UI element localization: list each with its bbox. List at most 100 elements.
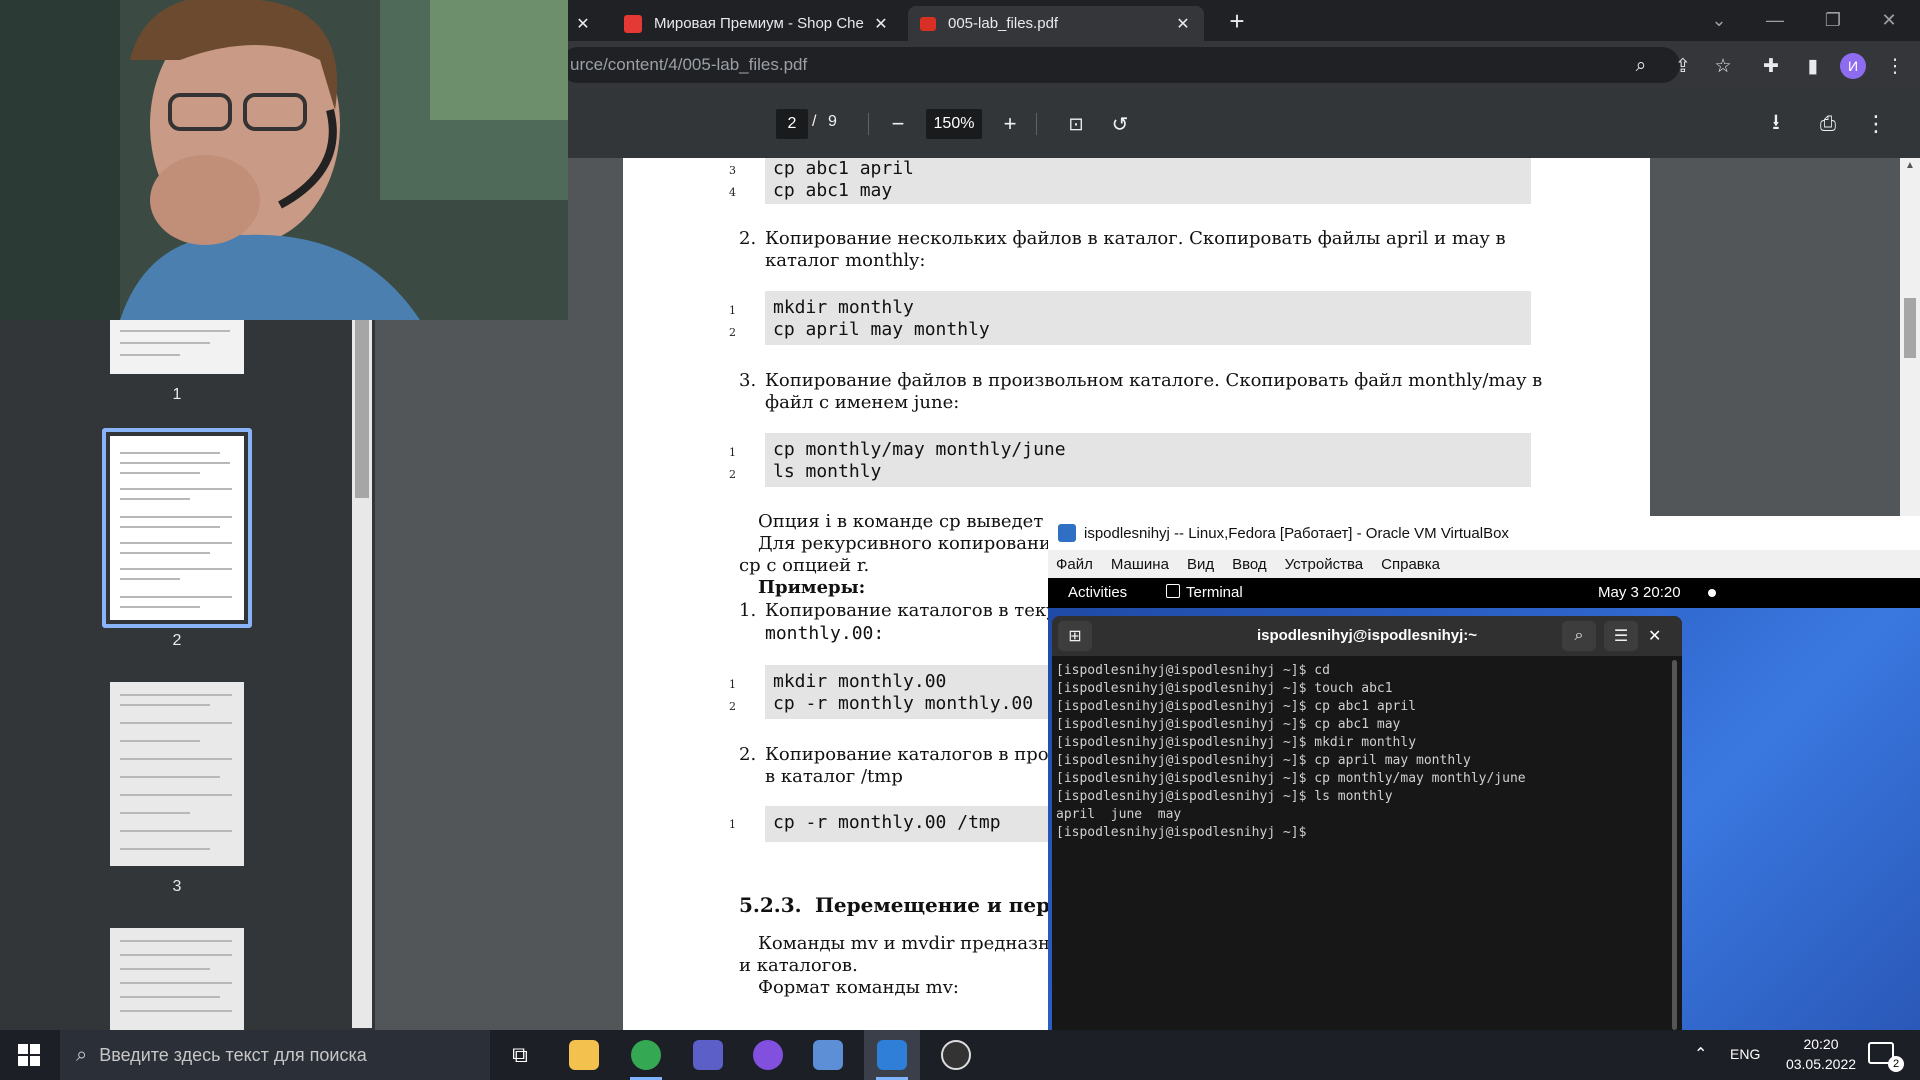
thumbnail-scrollbar[interactable]	[352, 318, 372, 1028]
menu-devices[interactable]: Устройства	[1285, 556, 1363, 573]
menu-file[interactable]: Файл	[1056, 556, 1093, 573]
scrollbar-thumb[interactable]	[1904, 298, 1916, 358]
line-number: 1	[729, 818, 736, 831]
virtualbox-titlebar: ispodlesnihyj -- Linux,Fedora [Работает]…	[1048, 516, 1920, 550]
close-window-button[interactable]: ✕	[1866, 0, 1912, 41]
zoom-level-input[interactable]: 150%	[926, 109, 982, 139]
recording-dot-icon	[1708, 589, 1716, 597]
tab-pdf[interactable]: 005-lab_files.pdf ✕	[908, 6, 1204, 41]
terminal-window[interactable]: ⊞ ispodlesnihyj@ispodlesnihyj:~ ⌕ ☰ ✕ [i…	[1052, 616, 1682, 1030]
obs-icon[interactable]	[928, 1030, 984, 1080]
terminal-app-icon	[1166, 584, 1180, 598]
webcam-video-image	[0, 0, 568, 320]
tab-close-icon[interactable]: ✕	[574, 14, 592, 34]
tab-title: Мировая Премиум - Shop Chea	[654, 15, 864, 32]
print-icon[interactable]: ⎙	[1810, 104, 1846, 144]
paragraph: Копирование нескольких файлов в каталог.…	[765, 228, 1506, 271]
hamburger-menu-icon[interactable]: ☰	[1604, 621, 1638, 651]
rotate-icon[interactable]: ↺	[1104, 104, 1136, 144]
gnome-top-bar: Activities Terminal May 3 20:20	[1048, 578, 1920, 608]
toolbar-divider	[1036, 113, 1037, 135]
virtualbox-vm-taskbar-icon[interactable]	[864, 1030, 920, 1080]
clock-date[interactable]: 03.05.2022	[1778, 1056, 1864, 1072]
page-number-input[interactable]: 2	[776, 109, 808, 139]
side-panel-icon[interactable]: ▮	[1798, 51, 1828, 81]
profile-avatar[interactable]: И	[1840, 53, 1866, 79]
line-number: 4	[729, 186, 736, 199]
activities-button[interactable]: Activities	[1068, 584, 1127, 601]
gnome-clock[interactable]: May 3 20:20	[1598, 584, 1681, 601]
virtualbox-menubar: Файл Машина Вид Ввод Устройства Справка	[1048, 550, 1920, 578]
thumbnail-page-3[interactable]	[110, 682, 244, 866]
page-total: 9	[828, 113, 837, 130]
search-icon[interactable]: ⌕	[1562, 621, 1596, 651]
download-icon[interactable]: ⭳	[1760, 104, 1792, 144]
taskbar-search-box[interactable]: ⌕ Введите здесь текст для поиска	[60, 1030, 490, 1080]
tab-shop[interactable]: Мировая Премиум - Shop Chea ✕	[612, 6, 902, 41]
pdf-more-menu-icon[interactable]: ⋮	[1860, 104, 1892, 144]
browser-menu-icon[interactable]: ⋮	[1880, 51, 1910, 81]
teams-icon[interactable]	[680, 1030, 736, 1080]
virtualbox-icon	[1058, 524, 1076, 542]
code-block: mkdir monthly cp april may monthly	[765, 291, 1531, 345]
app-menu-terminal[interactable]: Terminal	[1186, 584, 1243, 601]
code-line: cp april may monthly	[773, 319, 990, 340]
new-tab-button[interactable]: +	[1222, 6, 1252, 36]
share-icon[interactable]: ⇪	[1668, 51, 1698, 81]
code-block: cp abc1 april cp abc1 may	[765, 158, 1531, 204]
tab-search-chevron-icon[interactable]: ⌄	[1696, 0, 1742, 41]
terminal-scrollbar[interactable]	[1672, 660, 1677, 1030]
menu-machine[interactable]: Машина	[1111, 556, 1169, 573]
tab-title: 005-lab_files.pdf	[948, 15, 1059, 32]
paragraph: Копирование файлов в произвольном катало…	[765, 370, 1543, 413]
bookmark-star-icon[interactable]: ☆	[1708, 51, 1738, 81]
windows-taskbar: ⌕ Введите здесь текст для поиска ⧉ ⌃ ENG…	[0, 1030, 1920, 1080]
line-number: 1	[729, 678, 736, 691]
windows-start-icon[interactable]	[18, 1044, 40, 1066]
fit-page-icon[interactable]: ⊡	[1060, 104, 1092, 144]
github-icon[interactable]	[740, 1030, 796, 1080]
line-number: 2	[729, 700, 736, 713]
thumbnail-label: 1	[172, 386, 182, 403]
clock-time[interactable]: 20:20	[1778, 1036, 1864, 1052]
menu-input[interactable]: Ввод	[1232, 556, 1267, 573]
code-block: cp monthly/may monthly/june ls monthly	[765, 433, 1531, 487]
line-number: 1	[729, 446, 736, 459]
thumbnail-page-4[interactable]	[110, 928, 244, 1030]
menu-view[interactable]: Вид	[1187, 556, 1214, 573]
thumbnail-label: 3	[172, 878, 182, 895]
chrome-icon[interactable]	[618, 1030, 674, 1080]
task-view-icon[interactable]: ⧉	[492, 1030, 548, 1080]
file-explorer-icon[interactable]	[556, 1030, 612, 1080]
line-number: 3	[729, 164, 736, 177]
terminal-close-icon[interactable]: ✕	[1648, 626, 1661, 646]
toolbar-divider	[868, 113, 869, 135]
thumbnail-label: 2	[172, 632, 182, 649]
minimize-button[interactable]: —	[1752, 0, 1798, 41]
zoom-icon[interactable]: ⌕	[1626, 51, 1656, 81]
terminal-output[interactable]: [ispodlesnihyj@ispodlesnihyj ~]$ cd [isp…	[1052, 656, 1667, 1030]
search-placeholder: Введите здесь текст для поиска	[99, 1044, 367, 1065]
virtualbox-taskbar-icon[interactable]	[800, 1030, 856, 1080]
tab-close-icon[interactable]: ✕	[1174, 14, 1192, 34]
menu-help[interactable]: Справка	[1381, 556, 1440, 573]
zoom-in-icon[interactable]: +	[994, 104, 1026, 144]
url-field[interactable]: urce/content/4/005-lab_files.pdf	[560, 47, 1680, 83]
restore-button[interactable]: ❐	[1810, 0, 1856, 41]
tray-chevron-icon[interactable]: ⌃	[1694, 1044, 1707, 1064]
code-line: ls monthly	[773, 461, 882, 482]
search-icon: ⌕	[76, 1043, 88, 1066]
extensions-puzzle-icon[interactable]: ✚	[1756, 51, 1786, 81]
list-number: 1.	[739, 600, 757, 621]
list-number: 3.	[739, 370, 757, 391]
tab-close-icon[interactable]: ✕	[872, 14, 890, 34]
virtualbox-window: ispodlesnihyj -- Linux,Fedora [Работает]…	[1048, 516, 1920, 1030]
pdf-favicon-icon	[920, 16, 936, 31]
language-indicator[interactable]: ENG	[1730, 1046, 1760, 1062]
scrollbar-thumb[interactable]	[355, 318, 369, 498]
scroll-up-icon[interactable]: ▲	[1905, 160, 1915, 171]
thumbnail-page-2[interactable]	[110, 436, 244, 620]
virtualbox-title: ispodlesnihyj -- Linux,Fedora [Работает]…	[1084, 524, 1509, 542]
url-text: urce/content/4/005-lab_files.pdf	[570, 55, 808, 74]
zoom-out-icon[interactable]: −	[882, 104, 914, 144]
